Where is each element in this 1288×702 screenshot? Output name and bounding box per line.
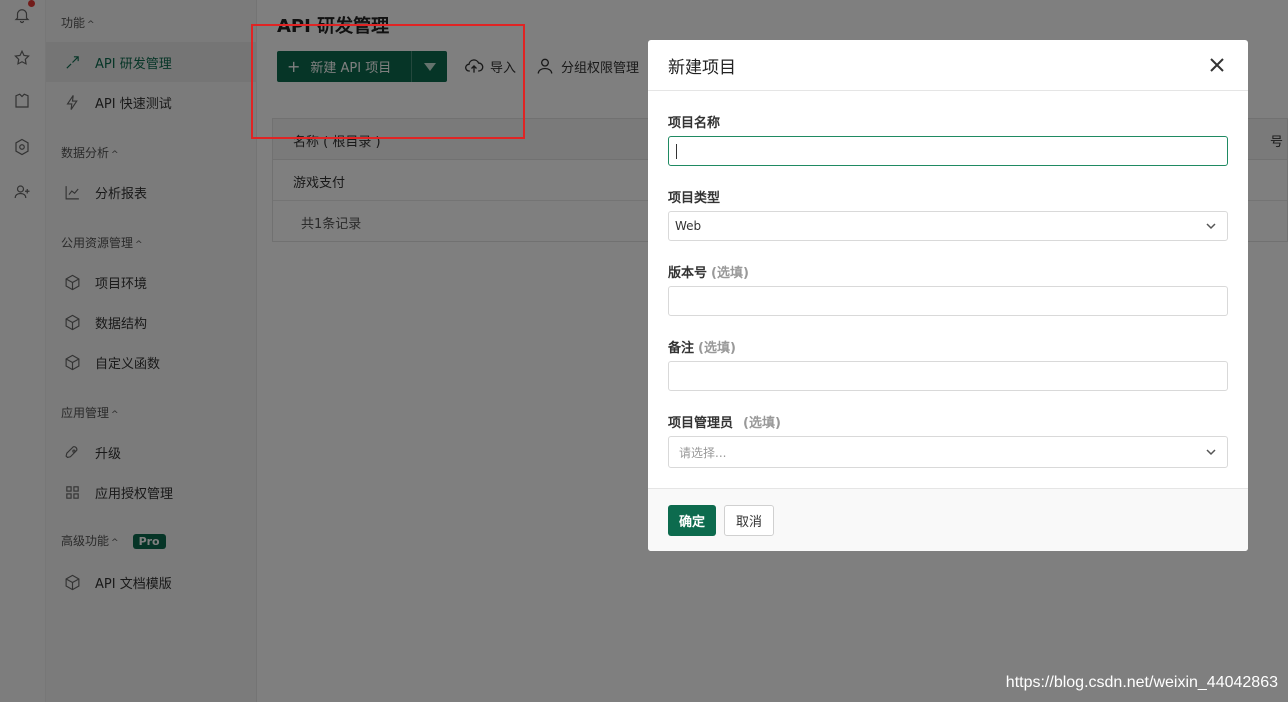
text-cursor: [676, 144, 677, 159]
cancel-button[interactable]: 取消: [724, 505, 774, 536]
admin-select[interactable]: 请选择...: [668, 436, 1228, 468]
project-name-label: 项目名称: [668, 116, 721, 131]
project-type-select[interactable]: Web: [668, 211, 1228, 241]
close-icon[interactable]: [1206, 54, 1228, 76]
note-label: 备注 (选填): [668, 341, 736, 356]
annotation-highlight-box: [251, 24, 525, 139]
chevron-down-icon: [1205, 220, 1217, 232]
confirm-button[interactable]: 确定: [668, 505, 716, 536]
dialog-title: 新建项目: [668, 57, 736, 78]
note-input[interactable]: [668, 361, 1228, 391]
watermark: https://blog.csdn.net/weixin_44042863: [1005, 674, 1278, 691]
dialog-header: 新建项目: [648, 40, 1248, 91]
admin-label: 项目管理员 (选填): [668, 416, 781, 431]
dialog-footer: 确定 取消: [648, 488, 1248, 551]
version-input[interactable]: [668, 286, 1228, 316]
project-type-label: 项目类型: [668, 191, 721, 206]
project-name-input[interactable]: [668, 136, 1228, 166]
chevron-down-icon: [1205, 446, 1217, 458]
new-project-dialog: 新建项目 项目名称 项目类型 Web 版本号 (选填) 备注 (选填) 项目管理员(…: [648, 40, 1248, 551]
version-label: 版本号 (选填): [668, 266, 749, 281]
